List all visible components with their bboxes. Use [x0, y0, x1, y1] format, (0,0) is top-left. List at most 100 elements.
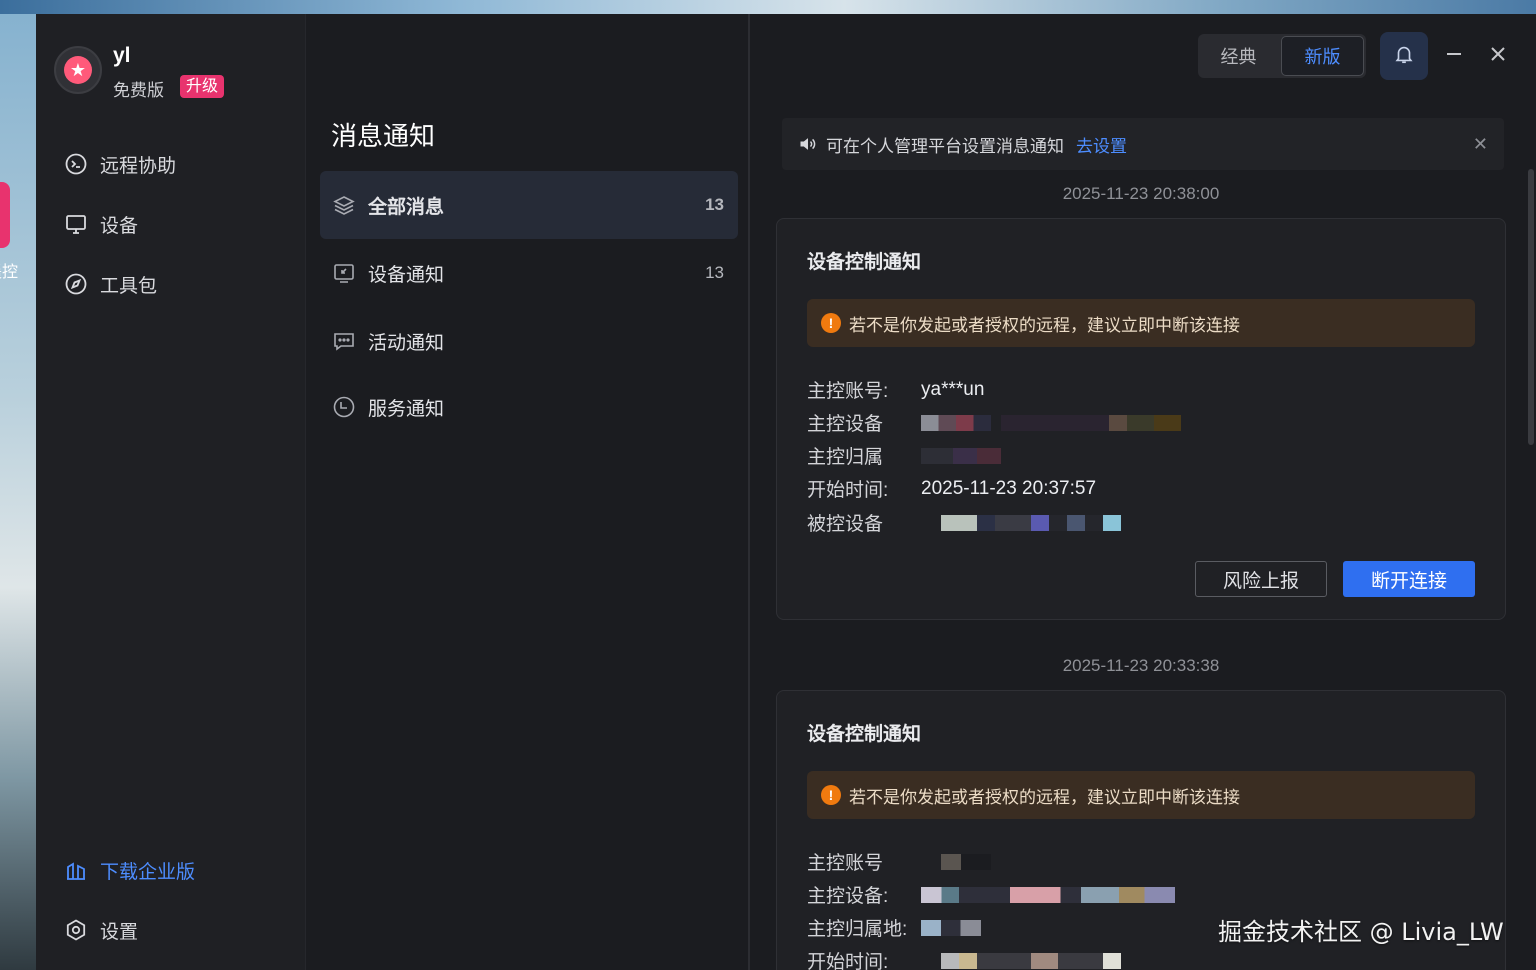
category-all-messages[interactable]: 全部消息 13	[320, 171, 738, 239]
page-title: 消息通知	[331, 121, 436, 151]
category-activity-notifications[interactable]: 活动通知	[320, 307, 738, 375]
sidebar-item-label: 工具包	[100, 275, 158, 297]
app-window: ★ yl 免费版 升级 远程协助 设备 工具包 下载企业版 设置 消息通知 全部…	[36, 14, 1536, 970]
redacted-value	[941, 853, 991, 870]
field-row: 主控设备	[807, 409, 1181, 436]
desktop-background	[0, 14, 36, 970]
field-row: 主控归属地:	[807, 914, 981, 941]
username: yl	[113, 44, 131, 67]
sidebar-item-settings[interactable]: 设置	[64, 915, 138, 945]
chat-icon	[332, 329, 356, 353]
close-notice-icon[interactable]: ✕	[1473, 134, 1488, 155]
mode-new-button[interactable]: 新版	[1281, 36, 1364, 76]
settings-notice-bar: 可在个人管理平台设置消息通知 去设置 ✕	[782, 118, 1504, 170]
field-row: 主控归属	[807, 442, 1001, 469]
close-icon	[1491, 47, 1505, 61]
notification-card: 设备控制通知 ! 若不是你发起或者授权的远程，建议立即中断该连接 主控账号: y…	[776, 218, 1506, 620]
redacted-value	[941, 514, 1121, 531]
category-count: 13	[705, 263, 724, 282]
redacted-value	[1001, 414, 1181, 431]
sidebar-item-label: 设置	[100, 921, 139, 943]
download-enterprise-label: 下载企业版	[100, 861, 196, 883]
building-icon	[64, 858, 88, 882]
warning-text: 若不是你发起或者授权的远程，建议立即中断该连接	[849, 315, 1240, 335]
category-service-notifications[interactable]: 服务通知	[320, 373, 738, 441]
message-list-panel: 经典 新版 可在个人管理平台设置消息通知 去设置 ✕ 2025-11-23 20…	[750, 14, 1536, 970]
field-label: 主控账号	[807, 853, 884, 874]
desktop-icon-label: 遥控	[0, 264, 19, 281]
minimize-icon	[1447, 53, 1461, 55]
plan-label: 免费版	[113, 81, 164, 100]
download-enterprise-link[interactable]: 下载企业版	[64, 855, 195, 885]
field-row: 开始时间: 2025-11-23 20:37:57	[807, 475, 1096, 502]
desktop-top-strip	[0, 0, 1536, 14]
sidebar: ★ yl 免费版 升级 远程协助 设备 工具包 下载企业版 设置	[36, 14, 306, 970]
notification-title: 设备控制通知	[807, 724, 922, 745]
warning-icon: !	[821, 785, 841, 805]
notification-timestamp: 2025-11-23 20:38:00	[1062, 184, 1220, 203]
device-icon	[64, 212, 88, 236]
mode-classic-button[interactable]: 经典	[1198, 34, 1279, 78]
remote-assist-icon	[64, 152, 88, 176]
go-settings-link[interactable]: 去设置	[1076, 132, 1127, 157]
field-label: 开始时间:	[807, 952, 889, 970]
field-label: 主控设备	[807, 414, 884, 435]
category-count: 13	[705, 195, 724, 214]
monitor-icon	[332, 261, 356, 285]
star-icon: ★	[64, 56, 92, 84]
disconnect-button[interactable]: 断开连接	[1343, 561, 1475, 597]
service-icon	[332, 395, 356, 419]
sidebar-item-toolkit[interactable]: 工具包	[64, 269, 157, 299]
notification-timestamp: 2025-11-23 20:33:38	[1062, 656, 1220, 675]
warning-text: 若不是你发起或者授权的远程，建议立即中断该连接	[849, 787, 1240, 807]
mode-switch: 经典 新版	[1198, 34, 1366, 78]
report-risk-button[interactable]: 风险上报	[1195, 561, 1327, 597]
field-label: 主控归属地:	[807, 919, 908, 940]
field-label: 被控设备	[807, 514, 884, 535]
notice-text: 可在个人管理平台设置消息通知	[826, 136, 1064, 156]
field-label: 主控设备:	[807, 886, 889, 907]
field-row: 主控账号: ya***un	[807, 376, 984, 403]
warning-icon: !	[821, 313, 841, 333]
layers-icon	[332, 193, 356, 217]
redacted-value	[921, 919, 981, 936]
field-row: 主控设备:	[807, 881, 1175, 908]
compass-icon	[64, 272, 88, 296]
sidebar-item-remote-assist[interactable]: 远程协助	[64, 149, 176, 179]
watermark-text: 掘金技术社区 @ Livia_LW	[1218, 918, 1504, 946]
sidebar-item-device[interactable]: 设备	[64, 209, 138, 239]
field-label: 主控账号:	[807, 381, 889, 402]
field-row: 开始时间:	[807, 947, 1121, 970]
field-row: 被控设备	[807, 509, 1121, 536]
field-label: 主控归属	[807, 447, 884, 468]
notifications-button[interactable]	[1380, 32, 1428, 80]
settings-icon	[64, 918, 88, 942]
category-label: 设备通知	[368, 264, 445, 286]
category-label: 服务通知	[368, 398, 445, 420]
sidebar-item-label: 远程协助	[100, 155, 177, 177]
warning-banner: ! 若不是你发起或者授权的远程，建议立即中断该连接	[807, 771, 1475, 819]
avatar[interactable]: ★	[54, 46, 102, 94]
field-label: 开始时间:	[807, 480, 889, 501]
sidebar-item-label: 设备	[100, 215, 139, 237]
scrollbar[interactable]	[1528, 169, 1534, 445]
category-label: 全部消息	[368, 196, 445, 218]
warning-banner: ! 若不是你发起或者授权的远程，建议立即中断该连接	[807, 299, 1475, 347]
redacted-value	[921, 886, 1175, 903]
redacted-value	[941, 952, 1121, 969]
bell-icon	[1393, 43, 1415, 70]
message-categories-panel: 消息通知 全部消息 13 设备通知 13 活动通知 服务通知	[306, 14, 750, 970]
minimize-button[interactable]	[1442, 42, 1466, 66]
category-label: 活动通知	[368, 332, 445, 354]
desktop-app-icon[interactable]	[0, 182, 10, 248]
redacted-value	[921, 414, 991, 431]
redacted-value	[921, 447, 1001, 464]
field-row: 主控账号	[807, 848, 991, 875]
field-value: ya***un	[921, 378, 985, 400]
close-button[interactable]	[1486, 42, 1510, 66]
upgrade-button[interactable]: 升级	[180, 75, 225, 98]
notification-title: 设备控制通知	[807, 252, 922, 273]
speaker-icon	[798, 134, 818, 154]
category-device-notifications[interactable]: 设备通知 13	[320, 239, 738, 307]
field-value: 2025-11-23 20:37:57	[921, 477, 1097, 499]
